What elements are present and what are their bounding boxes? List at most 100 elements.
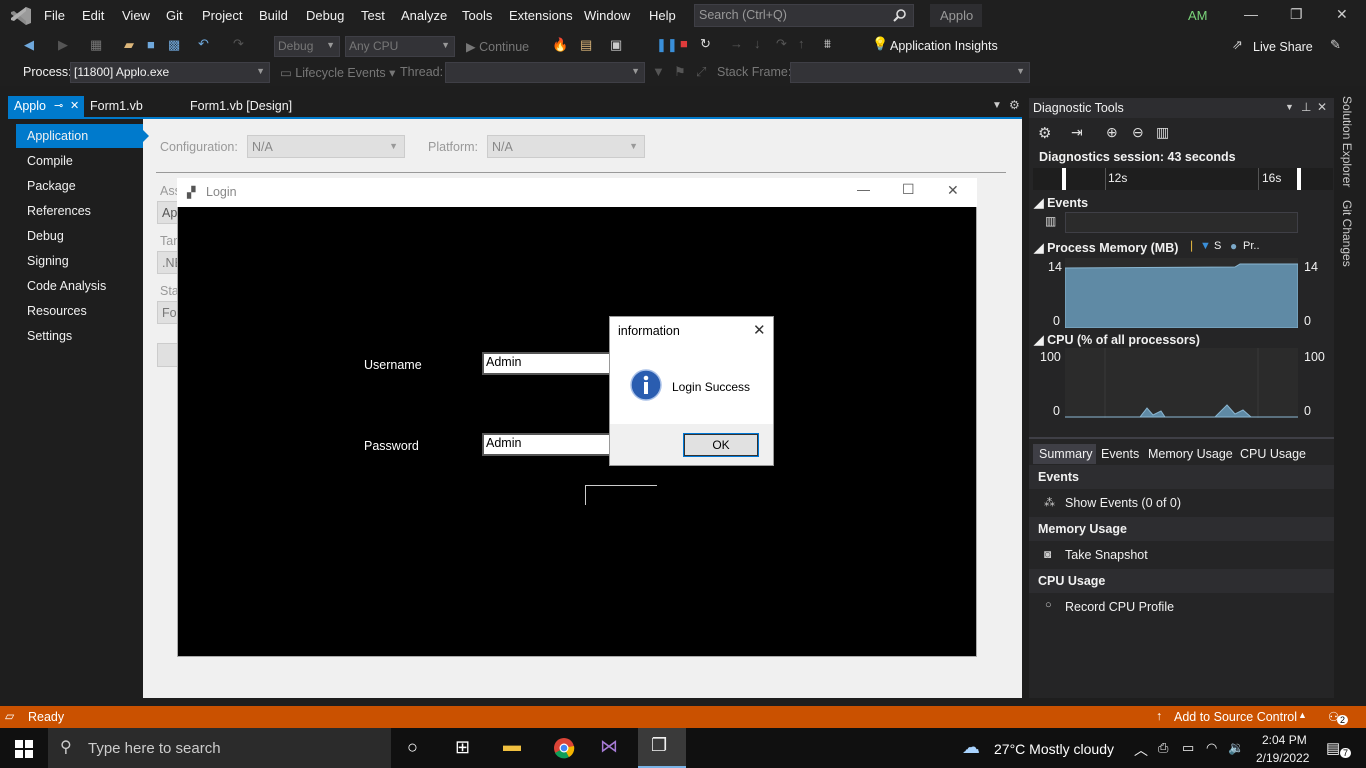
timeline-end-handle[interactable] [1297,168,1301,190]
battery-icon[interactable]: ▭ [1182,740,1194,756]
timeline-start-handle[interactable] [1062,168,1066,190]
menu-tools[interactable]: Tools [462,8,492,23]
save-icon[interactable]: ■ [147,37,155,52]
action-center-icon[interactable]: ▤ [1326,739,1340,757]
tab-events[interactable]: Events [1101,447,1139,461]
redo-icon[interactable]: ↷ [233,36,244,52]
close-icon[interactable]: ✕ [1336,6,1348,23]
lifecycle-events-button[interactable]: ▭ Lifecycle Events ▾ [280,65,395,80]
clock-date[interactable]: 2/19/2022 [1256,751,1309,765]
save-all-icon[interactable]: ▩ [168,37,180,53]
tab-applo[interactable]: Applo ⊸ ✕ [8,96,84,118]
menu-debug[interactable]: Debug [306,8,344,23]
show-hidden-icons-icon[interactable]: ︿ [1134,740,1148,760]
assembly-info-button-partial[interactable] [157,343,179,367]
process-dropdown[interactable]: [11800] Applo.exe ▼ [70,62,270,83]
target-framework-field-partial[interactable]: .NE [157,251,183,274]
tab-cpu-usage[interactable]: CPU Usage [1240,447,1306,461]
menu-git[interactable]: Git [166,8,183,23]
step-out-icon[interactable]: ↑ [798,36,805,51]
timeline-ruler[interactable]: 12s 16s [1033,168,1333,190]
username-input[interactable]: Admin [482,352,612,375]
nav-references[interactable]: References [16,199,143,223]
expand-callstack-icon[interactable]: ⤢ [696,64,706,80]
startup-field-partial[interactable]: Fo [157,301,179,324]
tab-settings-icon[interactable]: ⚙ [1009,98,1020,112]
panel-dropdown-icon[interactable]: ▼ [1285,102,1294,112]
volume-icon[interactable]: 🔉 [1228,740,1244,756]
screenshot-icon[interactable]: ▣ [610,37,622,53]
menu-edit[interactable]: Edit [82,8,104,23]
minimize-icon[interactable]: — [1244,6,1258,22]
ok-button[interactable]: OK [683,433,759,457]
forward-icon[interactable]: ▶ [58,37,68,53]
pause-icon[interactable]: ❚❚ [656,37,678,53]
zoom-in-icon[interactable]: ⊕ [1106,124,1118,141]
weather-text[interactable]: 27°C Mostly cloudy [994,741,1114,757]
taskbar-search-box[interactable]: ⚲ Type here to search [48,728,391,768]
open-folder-icon[interactable]: ▰ [124,37,134,53]
cpu-section-title[interactable]: ◢ CPU (% of all processors) [1034,332,1200,347]
task-view-icon[interactable]: ⊞ [455,737,470,768]
tab-list-dropdown-icon[interactable]: ▼ [992,100,1002,111]
live-share-button[interactable]: Live Share [1253,40,1313,54]
restore-icon[interactable]: ❐ [1290,6,1303,23]
login-button-outline[interactable] [585,485,657,505]
menu-view[interactable]: View [122,8,150,23]
new-project-icon[interactable]: ▦ [90,37,102,53]
visual-studio-taskbar-icon[interactable]: ⋈ [600,736,618,768]
pin-icon[interactable]: ⊸ [54,99,63,112]
diag-export-icon[interactable]: ⇥ [1071,124,1083,141]
add-to-source-control-button[interactable]: Add to Source Control [1174,710,1297,724]
zoom-out-icon[interactable]: ⊖ [1132,124,1144,141]
menu-project[interactable]: Project [202,8,242,23]
cortana-icon[interactable]: ○ [407,737,418,768]
stack-frame-dropdown[interactable]: ▼ [790,62,1030,83]
events-section-title[interactable]: ◢ Events [1034,195,1088,210]
menu-window[interactable]: Window [584,8,630,23]
cpu-usage-graph[interactable] [1065,348,1298,418]
nav-package[interactable]: Package [16,174,143,198]
reset-zoom-icon[interactable]: ▥ [1156,124,1169,141]
thread-dropdown[interactable]: ▼ [445,62,645,83]
lightbulb-icon[interactable]: 💡 [872,36,888,52]
diag-settings-icon[interactable]: ⚙ [1038,124,1051,142]
solution-config-dropdown[interactable]: Debug ▼ [274,36,340,57]
menu-help[interactable]: Help [649,8,676,23]
tab-form1-design[interactable]: Form1.vb [Design] [184,96,298,118]
file-explorer-icon[interactable]: ▬ [503,735,521,768]
login-minimize-icon[interactable]: — [857,182,870,197]
assembly-name-field-partial[interactable]: Ap [157,201,179,224]
memory-section-title[interactable]: ◢ Process Memory (MB) [1034,240,1178,255]
step-over-icon[interactable]: ↷ [776,36,787,52]
nav-debug[interactable]: Debug [16,224,143,248]
message-box-close-icon[interactable]: ✕ [753,321,766,339]
filter-icon[interactable]: ▼ [652,64,665,79]
panel-pin-icon[interactable]: ⊥ [1301,100,1311,114]
password-input[interactable]: Admin [482,433,612,456]
nav-code-analysis[interactable]: Code Analysis [16,274,143,298]
nav-application[interactable]: Application [16,124,149,148]
menu-test[interactable]: Test [361,8,385,23]
undo-icon[interactable]: ↶ [198,36,209,52]
wifi-icon[interactable]: ◠ [1206,740,1217,756]
chrome-icon[interactable] [553,737,575,759]
menu-build[interactable]: Build [259,8,288,23]
continue-button[interactable]: ▶ Continue [466,39,529,54]
windows-start-icon[interactable] [15,740,33,758]
close-tab-icon[interactable]: ✕ [70,99,79,112]
status-output-icon[interactable]: ▱ [5,709,14,723]
break-events-icon[interactable]: ▥ [1045,214,1056,228]
menu-file[interactable]: File [44,8,65,23]
solution-explorer-side-tab[interactable]: Solution Explorer [1340,96,1354,187]
step-into-icon[interactable]: ↓ [754,36,761,51]
stop-icon[interactable]: ■ [680,36,688,51]
hot-reload-icon[interactable]: 🔥 [552,37,568,53]
live-share-icon[interactable]: ⇗ [1232,37,1243,53]
meet-now-icon[interactable]: ⎙ [1158,740,1168,756]
git-changes-side-tab[interactable]: Git Changes [1340,200,1354,267]
take-snapshot-button[interactable]: Take Snapshot [1065,548,1148,562]
restart-icon[interactable]: ↻ [700,36,711,52]
browse-icon[interactable]: ▤ [580,37,592,53]
nav-compile[interactable]: Compile [16,149,143,173]
